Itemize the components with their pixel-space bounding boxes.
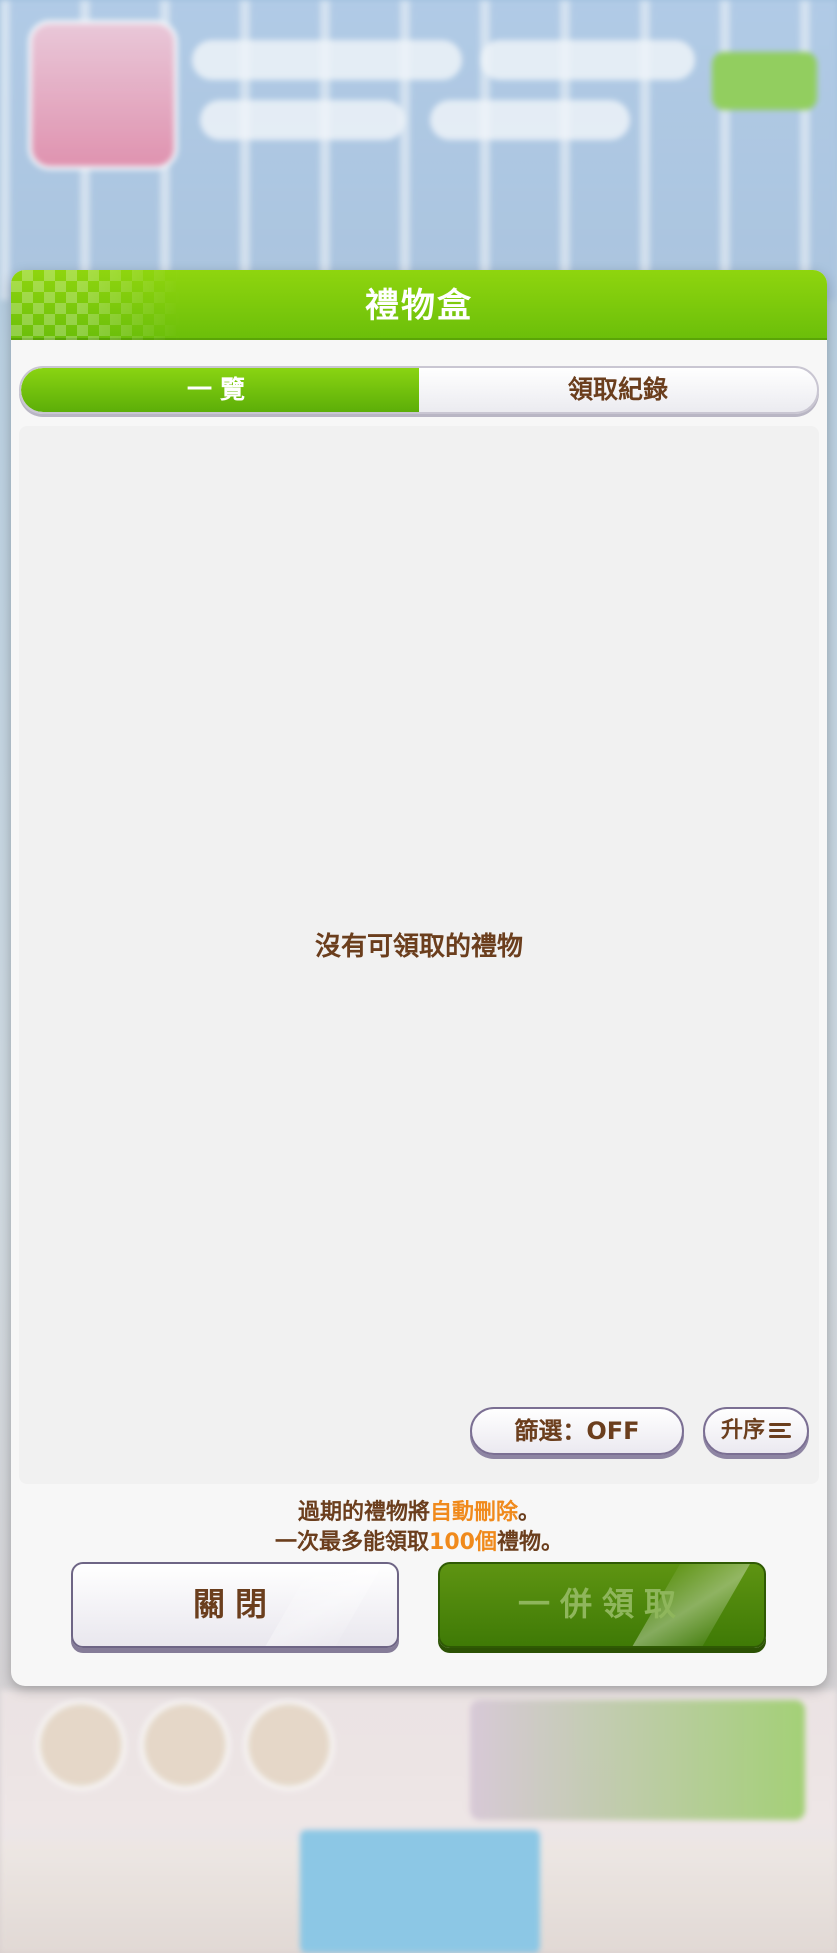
background-status-bar	[192, 40, 462, 80]
claim-all-button[interactable]: 一併領取	[438, 1562, 766, 1648]
background-event-badge	[28, 20, 178, 170]
dialog-title: 禮物盒	[365, 286, 473, 326]
close-button[interactable]: 關閉	[71, 1562, 399, 1648]
claim-limit-highlight: 100個	[429, 1530, 497, 1555]
expiry-note-prefix: 過期的禮物將	[297, 1500, 430, 1525]
filter-button[interactable]: 篩選：OFF	[470, 1407, 684, 1455]
background-status-bar	[480, 40, 695, 80]
background-character-icon	[36, 1700, 126, 1790]
background-home-tab	[300, 1830, 540, 1953]
expiry-note-suffix: 。	[518, 1500, 541, 1525]
sort-lines-icon	[769, 1423, 791, 1439]
close-button-label: 關閉	[192, 1585, 277, 1623]
background-banner	[470, 1700, 805, 1820]
background-character-icon	[244, 1700, 334, 1790]
background-menu-button	[712, 52, 817, 110]
sort-button[interactable]: 升序	[703, 1407, 809, 1455]
background-character-icon	[140, 1700, 230, 1790]
claim-limit-prefix: 一次最多能領取	[275, 1530, 430, 1555]
sort-label: 升序	[720, 1418, 765, 1443]
empty-message: 沒有可領取的禮物	[314, 932, 523, 962]
claim-limit-suffix: 禮物。	[496, 1530, 563, 1555]
dialog-header: 禮物盒	[11, 270, 827, 340]
gift-tabs: 一覽 領取紀錄	[19, 366, 819, 414]
tab-claim-history[interactable]: 領取紀錄	[419, 368, 817, 412]
gift-box-dialog: 禮物盒 一覽 領取紀錄 沒有可領取的禮物 篩選：OFF 升序 過期的禮物將自動刪…	[11, 270, 827, 1686]
claim-all-button-label: 一併領取	[517, 1585, 686, 1623]
expiry-note-highlight: 自動刪除	[429, 1500, 518, 1525]
background-currency-bar	[430, 100, 630, 140]
claim-limit-note: 一次最多能領取100個禮物。	[11, 1524, 827, 1556]
expiry-note: 過期的禮物將自動刪除。	[11, 1494, 827, 1526]
background-currency-bar	[200, 100, 405, 140]
tab-list[interactable]: 一覽	[21, 368, 419, 412]
gift-list-area: 沒有可領取的禮物 篩選：OFF 升序	[19, 426, 819, 1484]
